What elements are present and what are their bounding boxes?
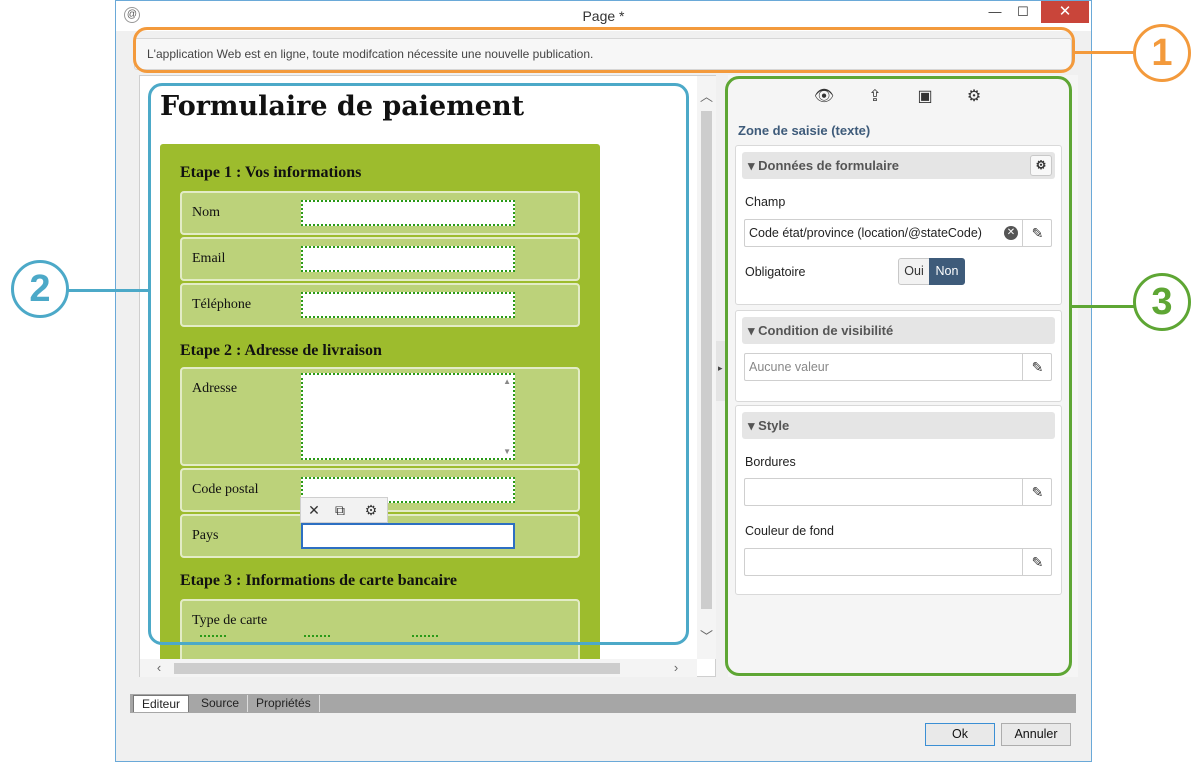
tab-editeur[interactable]: Editeur bbox=[133, 695, 190, 712]
annotation-line-3 bbox=[1071, 305, 1135, 308]
annotation-box-1 bbox=[133, 27, 1075, 73]
scroll-down-icon[interactable]: ﹀ bbox=[697, 628, 716, 646]
annotation-line-1 bbox=[1075, 51, 1135, 54]
scroll-right-icon[interactable]: › bbox=[667, 659, 685, 677]
annotation-marker-1: 1 bbox=[1133, 24, 1191, 82]
tab-proprietes[interactable]: Propriétés bbox=[248, 695, 320, 712]
ok-button[interactable]: Ok bbox=[925, 723, 995, 746]
close-button[interactable]: ✕ bbox=[1041, 1, 1089, 23]
horizontal-scroll-thumb[interactable] bbox=[174, 663, 620, 674]
annotation-marker-2: 2 bbox=[11, 260, 69, 318]
annotation-box-3 bbox=[725, 76, 1072, 676]
minimize-button[interactable]: — bbox=[981, 1, 1009, 23]
annotation-marker-3: 3 bbox=[1133, 273, 1191, 331]
vertical-scrollbar[interactable]: ︿ ﹀ bbox=[697, 76, 716, 659]
annotation-box-2 bbox=[148, 83, 689, 645]
tab-source[interactable]: Source bbox=[193, 695, 249, 712]
cancel-button[interactable]: Annuler bbox=[1001, 723, 1071, 746]
collapse-arrow-icon[interactable]: ▸ bbox=[718, 363, 723, 374]
vertical-scroll-thumb[interactable] bbox=[701, 111, 712, 609]
scroll-up-icon[interactable]: ︿ bbox=[697, 88, 716, 106]
scroll-left-icon[interactable]: ‹ bbox=[150, 659, 168, 677]
maximize-button[interactable]: ☐ bbox=[1009, 1, 1037, 23]
view-tabs: Editeur Source Propriétés bbox=[130, 694, 1076, 713]
horizontal-scrollbar[interactable]: ‹ › bbox=[140, 659, 697, 677]
annotation-line-2 bbox=[67, 289, 149, 292]
